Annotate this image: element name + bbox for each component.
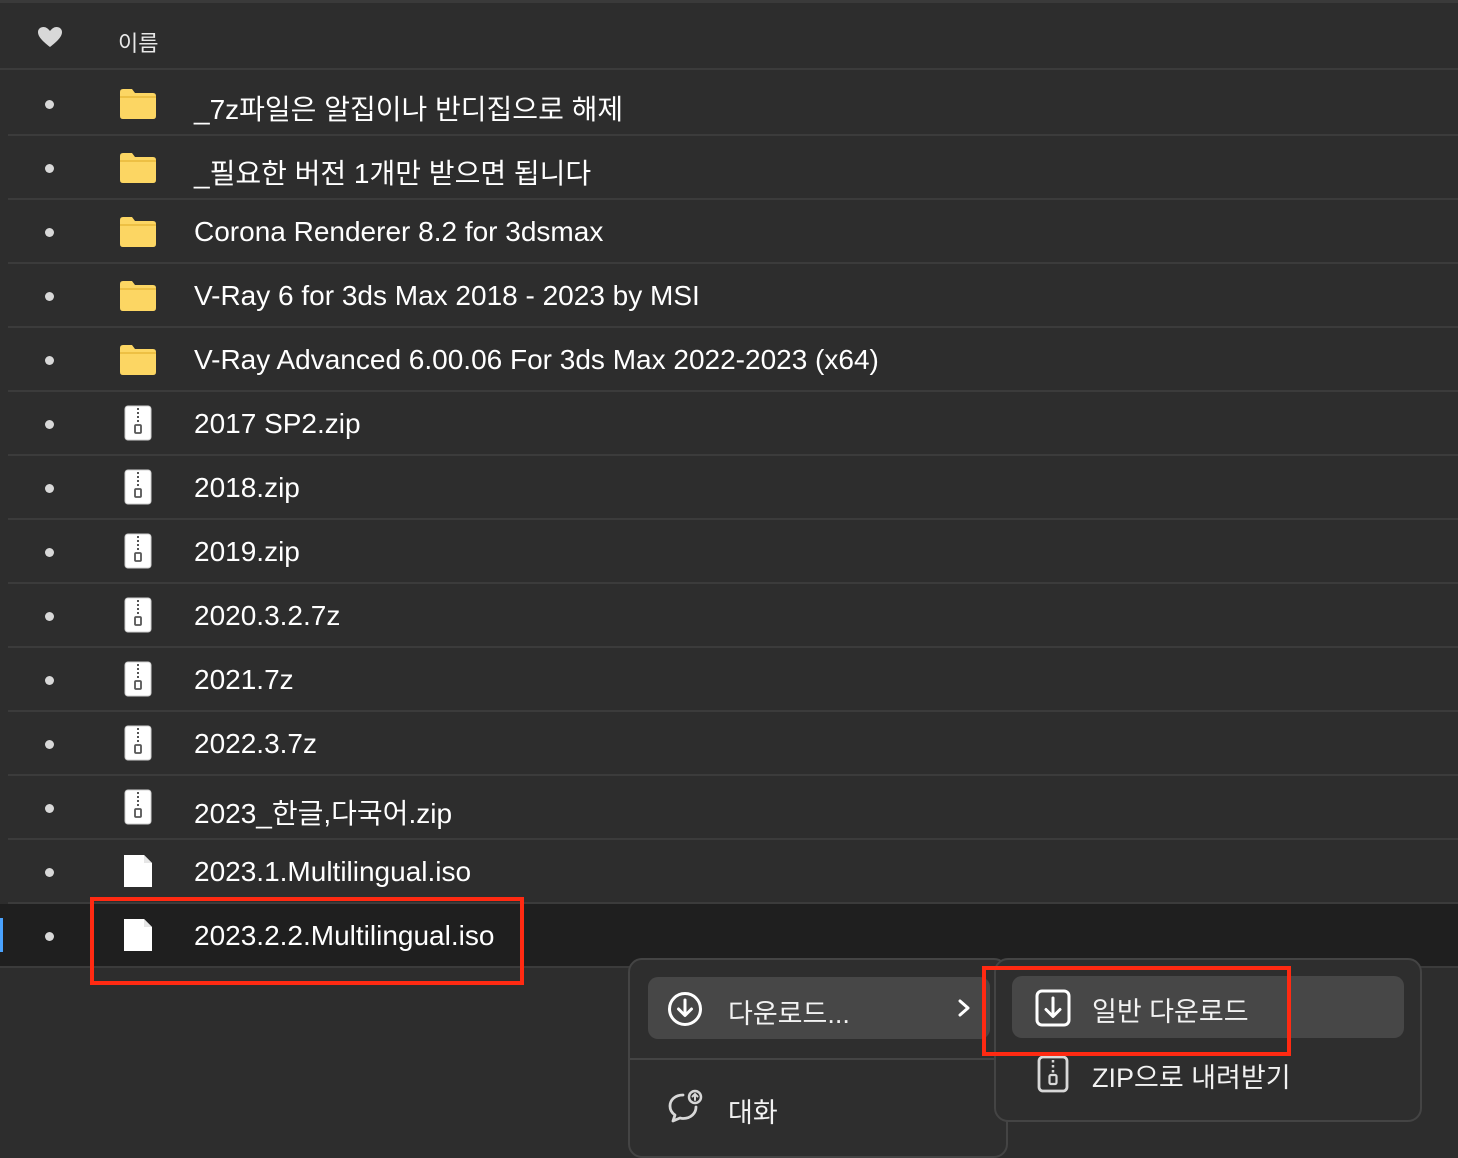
zip-archive-icon bbox=[118, 660, 158, 698]
row-bullet[interactable] bbox=[45, 804, 54, 813]
file-name[interactable]: 2020.3.2.7z bbox=[194, 600, 340, 632]
file-name[interactable]: 2018.zip bbox=[194, 472, 300, 504]
row-bullet[interactable] bbox=[45, 292, 54, 301]
folder-icon bbox=[118, 84, 158, 122]
heart-icon[interactable] bbox=[37, 26, 63, 48]
highlight-box-file bbox=[90, 897, 524, 985]
row-bullet[interactable] bbox=[45, 548, 54, 557]
folder-icon bbox=[118, 276, 158, 314]
download-circle-icon bbox=[668, 992, 702, 1026]
zip-archive-icon bbox=[118, 596, 158, 634]
zip-archive-icon bbox=[118, 532, 158, 570]
zip-archive-icon bbox=[118, 468, 158, 506]
folder-icon bbox=[118, 340, 158, 378]
row-bullet[interactable] bbox=[45, 868, 54, 877]
highlight-box-download bbox=[982, 966, 1291, 1056]
file-name[interactable]: 2023_한글,다국어.zip bbox=[194, 792, 452, 832]
file-name[interactable]: 2019.zip bbox=[194, 536, 300, 568]
row-bullet[interactable] bbox=[45, 164, 54, 173]
file-row[interactable]: 2019.zip bbox=[8, 520, 1458, 584]
file-name[interactable]: 2022.3.7z bbox=[194, 728, 317, 760]
file-row[interactable]: 2023_한글,다국어.zip bbox=[8, 776, 1458, 840]
row-bullet[interactable] bbox=[45, 420, 54, 429]
file-row[interactable]: 2021.7z bbox=[8, 648, 1458, 712]
file-name[interactable]: 2021.7z bbox=[194, 664, 294, 696]
row-bullet[interactable] bbox=[45, 612, 54, 621]
zip-archive-icon bbox=[118, 724, 158, 762]
download-label: 다운로드... bbox=[728, 999, 850, 1029]
folder-icon bbox=[118, 212, 158, 250]
file-row[interactable]: 2017 SP2.zip bbox=[8, 392, 1458, 456]
chat-menu-item[interactable]: 대화 bbox=[648, 1076, 990, 1138]
zip-download-label: ZIP으로 내려받기 bbox=[1092, 1063, 1291, 1093]
row-bullet[interactable] bbox=[45, 228, 54, 237]
list-header: 이름 bbox=[0, 4, 1458, 70]
file-row[interactable]: Corona Renderer 8.2 for 3dsmax bbox=[8, 200, 1458, 264]
row-bullet[interactable] bbox=[45, 932, 54, 941]
row-bullet[interactable] bbox=[45, 676, 54, 685]
file-row[interactable]: 2018.zip bbox=[8, 456, 1458, 520]
file-name[interactable]: V-Ray Advanced 6.00.06 For 3ds Max 2022-… bbox=[194, 344, 879, 376]
menu-separator bbox=[630, 1058, 1006, 1060]
file-row[interactable]: _7z파일은 알집이나 반디집으로 해제 bbox=[8, 72, 1458, 136]
file-row[interactable]: 2020.3.2.7z bbox=[8, 584, 1458, 648]
zip-archive-icon bbox=[118, 788, 158, 826]
file-name[interactable]: 2023.1.Multilingual.iso bbox=[194, 856, 471, 888]
file-name[interactable]: Corona Renderer 8.2 for 3dsmax bbox=[194, 216, 603, 248]
chevron-right-icon bbox=[958, 999, 970, 1017]
file-name[interactable]: _필요한 버전 1개만 받으면 됩니다 bbox=[194, 152, 591, 192]
zip-archive-icon bbox=[118, 404, 158, 442]
file-name[interactable]: _7z파일은 알집이나 반디집으로 해제 bbox=[194, 88, 623, 128]
row-bullet[interactable] bbox=[45, 740, 54, 749]
file-row[interactable]: V-Ray 6 for 3ds Max 2018 - 2023 by MSI bbox=[8, 264, 1458, 328]
file-name[interactable]: V-Ray 6 for 3ds Max 2018 - 2023 by MSI bbox=[194, 280, 700, 312]
zip-file-icon bbox=[1037, 1055, 1069, 1093]
file-row[interactable]: V-Ray Advanced 6.00.06 For 3ds Max 2022-… bbox=[8, 328, 1458, 392]
chat-icon bbox=[668, 1089, 703, 1123]
file-row[interactable]: _필요한 버전 1개만 받으면 됩니다 bbox=[8, 136, 1458, 200]
document-icon bbox=[118, 852, 158, 890]
selection-indicator bbox=[0, 918, 3, 952]
file-row[interactable]: 2022.3.7z bbox=[8, 712, 1458, 776]
row-bullet[interactable] bbox=[45, 484, 54, 493]
folder-icon bbox=[118, 148, 158, 186]
file-row[interactable]: 2023.1.Multilingual.iso bbox=[8, 840, 1458, 904]
file-name[interactable]: 2017 SP2.zip bbox=[194, 408, 361, 440]
download-menu-item[interactable]: 다운로드... bbox=[648, 977, 990, 1039]
top-divider bbox=[0, 0, 1458, 3]
chat-label: 대화 bbox=[728, 1098, 778, 1128]
name-column-header[interactable]: 이름 bbox=[118, 26, 158, 58]
row-bullet[interactable] bbox=[45, 356, 54, 365]
row-bullet[interactable] bbox=[45, 100, 54, 109]
context-menu: 다운로드... 대화 bbox=[628, 958, 1008, 1158]
